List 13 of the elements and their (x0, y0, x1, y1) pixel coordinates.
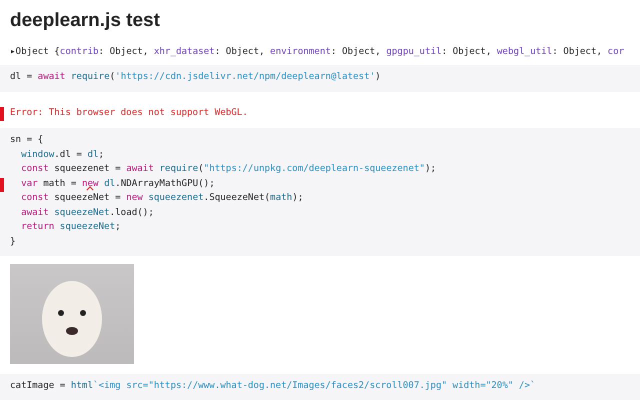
code-line: window.dl = dl; (20, 148, 106, 162)
code-line: const squeezeNet = new squeezenet.SqueezeNet(math); (20, 192, 304, 205)
code-line: dl = await require('https://cdn.jsdelivr.net/npm/deeplearn@latest') (9, 71, 382, 84)
code-line: Error: This browser does not support WebGL. (0, 106, 640, 121)
code-line: catImage = html`<img src="https://www.what-dog.net/Images/faces2/scroll007.jpg" width="20%" />` (9, 380, 537, 392)
code-line: } (9, 236, 17, 248)
code-line: await squeezeNet.load(); (20, 206, 155, 220)
code-line: return squeezeNet; (20, 221, 122, 234)
code-line: sn = { (9, 134, 44, 147)
code-line: const squeezenet = await require("https://unpkg.com/deeplearn-squeezenet"); (20, 163, 438, 176)
code-line: ▸Object {contrib: Object, xhr_dataset: Object, environment: Object, gpgpu_util: Object, webgl_util: Object, cor (9, 46, 626, 58)
page-title: deeplearn.js test (10, 10, 161, 33)
code-line: var math = new dl.NDArrayMathGPU(); (0, 178, 640, 192)
